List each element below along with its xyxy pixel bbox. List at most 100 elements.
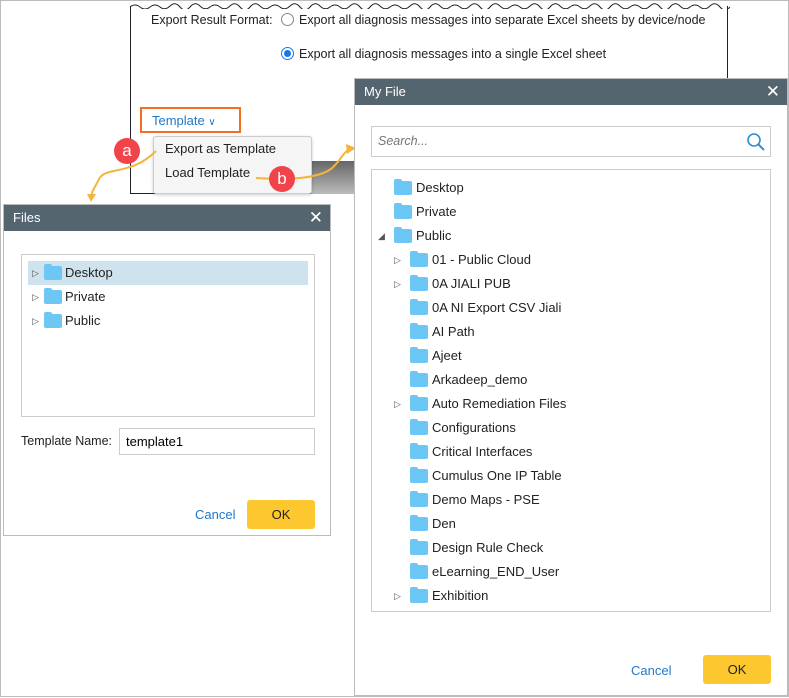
- tree-item[interactable]: Design Rule Check: [372, 536, 770, 560]
- tree-item[interactable]: Configurations: [372, 416, 770, 440]
- tree-label: AI Path: [432, 324, 475, 339]
- folder-icon: [410, 299, 428, 315]
- folder-icon: [410, 563, 428, 579]
- expand-icon[interactable]: ▷: [32, 285, 42, 309]
- folder-icon: [410, 251, 428, 267]
- tree-label: Desktop: [416, 180, 464, 195]
- search-box: [371, 126, 771, 157]
- collapse-icon[interactable]: ◢: [378, 224, 388, 248]
- radio-label: Export all diagnosis messages into a sin…: [299, 47, 607, 61]
- template-name-label: Template Name:: [21, 434, 113, 448]
- tree-item-private[interactable]: ▷ Private: [28, 285, 308, 309]
- folder-icon: [410, 587, 428, 603]
- tree-item[interactable]: ◢ Public: [372, 224, 770, 248]
- template-dropdown-button[interactable]: Template ∨: [140, 107, 241, 133]
- footer-bar: [311, 161, 356, 194]
- tree-label: Cumulus One IP Table: [432, 468, 562, 483]
- tree-item[interactable]: Critical Interfaces: [372, 440, 770, 464]
- ok-button[interactable]: OK: [703, 655, 771, 684]
- folder-icon: [410, 539, 428, 555]
- expand-icon[interactable]: ▷: [32, 309, 42, 333]
- tree-item[interactable]: Private: [372, 200, 770, 224]
- expand-icon[interactable]: ▷: [32, 261, 42, 285]
- dialog-title: My File: [364, 84, 406, 99]
- cancel-button[interactable]: Cancel: [195, 507, 235, 522]
- chevron-down-icon: ∨: [208, 117, 216, 128]
- radio-single-sheet[interactable]: Export all diagnosis messages into a sin…: [281, 47, 606, 61]
- tree-label: Public: [416, 228, 452, 243]
- folder-icon: [44, 288, 62, 304]
- folder-icon: [410, 419, 428, 435]
- tree-item[interactable]: ▷ Exhibition: [372, 584, 770, 608]
- tree-item[interactable]: 0A NI Export CSV Jiali: [372, 296, 770, 320]
- search-input[interactable]: [372, 127, 732, 155]
- tree-label: Desktop: [65, 265, 113, 280]
- template-label: Template: [152, 113, 205, 128]
- badge-a: a: [114, 138, 140, 164]
- expand-icon[interactable]: ▷: [394, 584, 404, 608]
- tree-item[interactable]: Den: [372, 512, 770, 536]
- tree-item[interactable]: ▷ Auto Remediation Files: [372, 392, 770, 416]
- tree-label: Public: [65, 313, 101, 328]
- my-file-tree: Desktop Private ◢ Public ▷ 01 - Public Cloud ▷…: [371, 169, 771, 612]
- folder-icon: [410, 395, 428, 411]
- tree-label: Design Rule Check: [432, 540, 544, 555]
- folder-icon: [410, 515, 428, 531]
- tree-label: Configurations: [432, 420, 516, 435]
- close-icon[interactable]: ✕: [766, 79, 780, 105]
- tree-item[interactable]: Demo Maps - PSE: [372, 488, 770, 512]
- tree-label: Exhibition: [432, 588, 489, 603]
- tree-item[interactable]: Arkadeep_demo: [372, 368, 770, 392]
- folder-icon: [410, 371, 428, 387]
- folder-icon: [44, 264, 62, 280]
- folder-icon: [410, 275, 428, 291]
- radio-icon[interactable]: [281, 13, 294, 26]
- badge-b: b: [269, 166, 295, 192]
- tree-item[interactable]: Cumulus One IP Table: [372, 464, 770, 488]
- folder-icon: [410, 443, 428, 459]
- my-file-dialog: My File ✕ Desktop Private ◢ Public ▷ 01 - Publ…: [354, 78, 788, 696]
- folder-icon: [394, 227, 412, 243]
- folder-icon: [44, 312, 62, 328]
- tree-label: Demo Maps - PSE: [432, 492, 540, 507]
- tree-item[interactable]: ▷ 0A JIALI PUB: [372, 272, 770, 296]
- tree-item[interactable]: AI Path: [372, 320, 770, 344]
- export-format-label: Export Result Format:: [151, 13, 273, 27]
- cancel-button[interactable]: Cancel: [631, 663, 671, 678]
- folder-icon: [410, 491, 428, 507]
- menu-item-export-template[interactable]: Export as Template: [154, 137, 311, 161]
- radio-separate-sheets[interactable]: Export all diagnosis messages into separ…: [281, 13, 705, 27]
- tree-item-desktop[interactable]: ▷ Desktop: [28, 261, 308, 285]
- tree-label: Auto Remediation Files: [432, 396, 567, 411]
- tree-label: Arkadeep_demo: [432, 372, 528, 387]
- dialog-title: Files: [13, 210, 41, 225]
- tree-label: eLearning_END_User: [432, 564, 560, 579]
- expand-icon[interactable]: ▷: [394, 272, 404, 296]
- tree-item[interactable]: Desktop: [372, 176, 770, 200]
- folder-icon: [394, 179, 412, 195]
- tree-label: 0A JIALI PUB: [432, 276, 511, 291]
- tree-label: Critical Interfaces: [432, 444, 533, 459]
- expand-icon[interactable]: ▷: [394, 248, 404, 272]
- ok-button[interactable]: OK: [247, 500, 315, 529]
- tree-item[interactable]: Ajeet: [372, 344, 770, 368]
- tree-item[interactable]: ▷ 01 - Public Cloud: [372, 248, 770, 272]
- folder-icon: [410, 347, 428, 363]
- folder-icon: [410, 467, 428, 483]
- close-icon[interactable]: ✕: [309, 205, 323, 231]
- folder-icon: [394, 203, 412, 219]
- expand-icon[interactable]: ▷: [394, 392, 404, 416]
- tree-item[interactable]: eLearning_END_User: [372, 560, 770, 584]
- tree-label: 01 - Public Cloud: [432, 252, 531, 267]
- radio-selected-icon[interactable]: [281, 47, 294, 60]
- torn-edge: [130, 3, 730, 9]
- files-tree: ▷ Desktop ▷ Private ▷ Public: [21, 254, 315, 417]
- tree-label: Private: [416, 204, 457, 219]
- template-name-input[interactable]: [119, 428, 315, 455]
- tree-label: 0A NI Export CSV Jiali: [432, 300, 562, 315]
- search-icon[interactable]: [746, 132, 766, 152]
- radio-label: Export all diagnosis messages into separ…: [299, 13, 706, 27]
- folder-icon: [410, 323, 428, 339]
- tree-item-public[interactable]: ▷ Public: [28, 309, 308, 333]
- tree-label: Ajeet: [432, 348, 462, 363]
